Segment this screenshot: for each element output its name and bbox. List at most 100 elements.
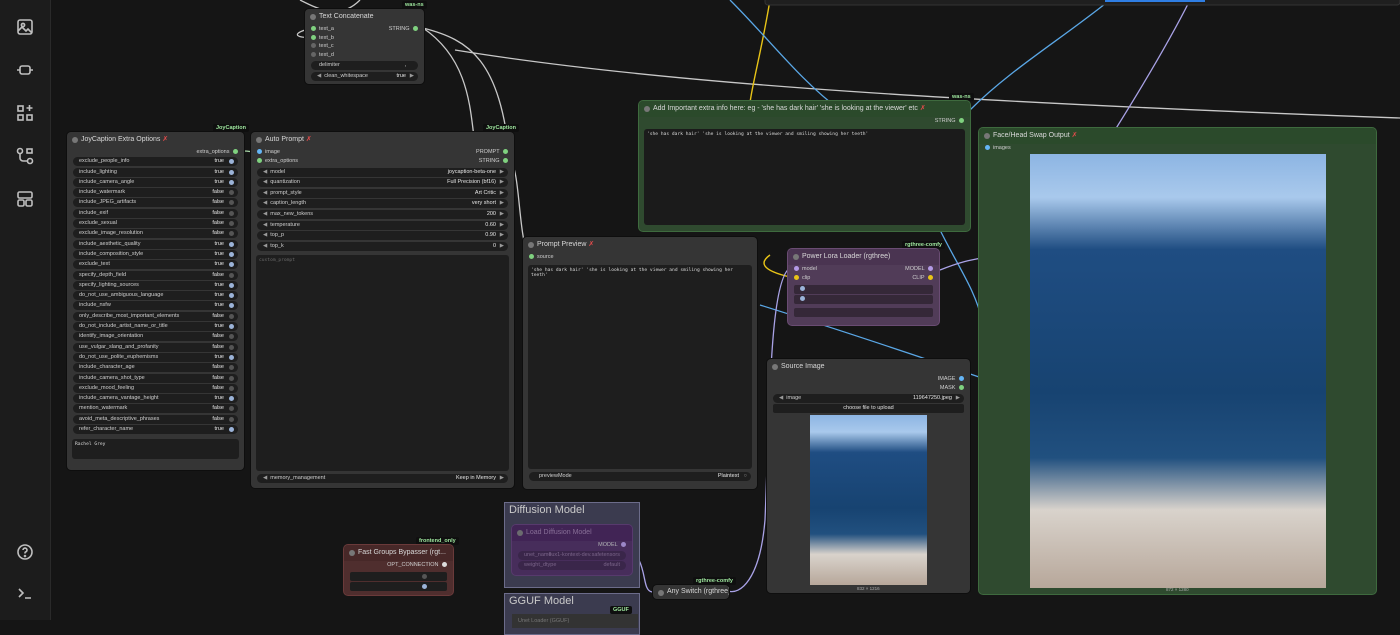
output-string[interactable]: STRING xyxy=(389,25,418,34)
arrow-left-icon[interactable]: ◀ xyxy=(263,200,267,206)
option-toggle[interactable]: exclude_text true xyxy=(73,260,238,270)
output-clip[interactable]: CLIP xyxy=(912,274,933,283)
clean-whitespace-combo[interactable]: ◀ clean_whitespace true ▶ xyxy=(311,71,418,81)
arrow-left-icon[interactable]: ◀ xyxy=(263,232,267,238)
option-toggle[interactable]: do_not_use_polite_euphemisms true xyxy=(73,352,238,362)
unet-name-combo[interactable]: unet_name flux1-kontext-dev.safetensors xyxy=(518,550,626,560)
arrow-right-icon[interactable]: ▶ xyxy=(410,72,414,81)
option-toggle[interactable]: include_nsfw true xyxy=(73,301,238,311)
arrow-left-icon[interactable]: ◀ xyxy=(263,222,267,228)
node-title[interactable]: Fast Groups Bypasser (rgt... xyxy=(344,545,453,561)
option-toggle[interactable]: include_composition_style true xyxy=(73,249,238,259)
group-toggle-1[interactable] xyxy=(350,571,447,581)
images-icon[interactable] xyxy=(12,14,38,40)
node-title[interactable]: Add Important extra info here: eg - 'she… xyxy=(639,101,970,117)
toggle-knob-icon[interactable] xyxy=(229,293,234,299)
node-title[interactable]: Face/Head Swap Output ✗ xyxy=(979,128,1376,144)
input-text-c[interactable]: text_c xyxy=(311,42,334,51)
nodes-icon[interactable] xyxy=(12,57,38,83)
option-toggle[interactable]: mention_watermark false xyxy=(73,404,238,414)
extra-info-node[interactable]: Add Important extra info here: eg - 'she… xyxy=(639,101,970,231)
arrow-right-icon[interactable]: ▶ xyxy=(956,394,960,403)
option-toggle[interactable]: exclude_mood_feeling false xyxy=(73,383,238,393)
toggle-knob-icon[interactable] xyxy=(229,334,234,340)
combo-widget[interactable]: ◀ quantization Full Precision (bf16) ▶ xyxy=(257,178,508,188)
input-images[interactable]: images xyxy=(985,144,1011,153)
toggle-knob-icon[interactable] xyxy=(229,385,234,391)
output-extra-options[interactable]: extra_options xyxy=(196,148,238,156)
group-toggle-2[interactable] xyxy=(350,582,447,592)
image-file-combo[interactable]: ◀ image 119647250.jpeg ▶ xyxy=(773,393,964,403)
combo-widget[interactable]: ◀ top_p 0.90 ▶ xyxy=(257,231,508,241)
node-title[interactable]: Power Lora Loader (rgthree) xyxy=(788,249,939,265)
node-title[interactable]: Load Diffusion Model xyxy=(512,525,632,541)
delimiter-field[interactable]: delimiter, xyxy=(311,61,418,70)
face-swap-output-node[interactable]: Face/Head Swap Output ✗ images 872 × 128… xyxy=(979,128,1376,594)
output-mask[interactable]: MASK xyxy=(940,384,964,393)
toggle-knob-icon[interactable] xyxy=(229,303,234,309)
lora-toggle-row[interactable] xyxy=(794,284,933,294)
option-toggle[interactable]: do_not_include_artist_name_or_title true xyxy=(73,322,238,332)
extra-info-text[interactable]: 'she has dark hair' 'she is looking at t… xyxy=(644,129,965,225)
arrow-left-icon[interactable]: ◀ xyxy=(263,169,267,175)
load-diffusion-model-node[interactable]: Load Diffusion Model MODEL unet_name flu… xyxy=(512,525,632,575)
character-name-field[interactable]: Rachel Grey xyxy=(72,439,239,460)
arrow-left-icon[interactable]: ◀ xyxy=(263,243,267,249)
group-title[interactable]: Diffusion Model xyxy=(507,504,585,516)
option-toggle[interactable]: identify_image_orientation false xyxy=(73,332,238,342)
toggle-knob-icon[interactable] xyxy=(229,169,234,175)
arrow-left-icon[interactable]: ◀ xyxy=(779,395,783,401)
fast-groups-bypasser-node[interactable]: Fast Groups Bypasser (rgt... OPT_CONNECT… xyxy=(344,545,453,595)
option-toggle[interactable]: include_exif false xyxy=(73,208,238,218)
arrow-right-icon[interactable]: ▶ xyxy=(500,168,504,177)
input-image[interactable]: image xyxy=(257,148,280,157)
node-title[interactable]: Auto Prompt ✗ xyxy=(251,132,514,148)
option-toggle[interactable]: specify_depth_field false xyxy=(73,270,238,280)
unet-loader-gguf-node[interactable]: Unet Loader (GGUF) xyxy=(512,614,638,628)
memory-management-combo[interactable]: ◀ memory_management Keep in Memory ▶ xyxy=(257,473,508,483)
node-title[interactable]: Source Image xyxy=(767,359,970,375)
lora-add-button[interactable] xyxy=(794,308,933,318)
output-model[interactable]: MODEL xyxy=(905,265,933,274)
combo-widget[interactable]: ◀ top_k 0 ▶ xyxy=(257,241,508,251)
prompt-preview-node[interactable]: Prompt Preview ✗ source 'she has dark ha… xyxy=(523,237,757,489)
arrow-right-icon[interactable]: ▶ xyxy=(500,199,504,208)
source-image-node[interactable]: Source Image IMAGE MASK ◀ image 119647250.… xyxy=(767,359,970,593)
preview-mode-combo[interactable]: previewMode Plaintext ○ xyxy=(529,472,751,481)
option-toggle[interactable]: exclude_sexual false xyxy=(73,219,238,229)
arrow-right-icon[interactable]: ▶ xyxy=(500,242,504,251)
toggle-knob-icon[interactable] xyxy=(229,210,234,216)
combo-widget[interactable]: ◀ prompt_style Art Critic ▶ xyxy=(257,188,508,198)
toggle-knob-icon[interactable] xyxy=(229,313,234,319)
arrow-right-icon[interactable]: ▶ xyxy=(500,474,504,483)
text-concatenate-node[interactable]: Text Concatenate text_a STRING text_b tex… xyxy=(305,9,424,84)
option-toggle[interactable]: include_lighting true xyxy=(73,167,238,177)
input-model[interactable]: model xyxy=(794,265,817,274)
toggle-knob-icon[interactable] xyxy=(229,200,234,206)
option-toggle[interactable]: include_character_age false xyxy=(73,363,238,373)
arrow-left-icon[interactable]: ◀ xyxy=(317,73,321,79)
arrow-right-icon[interactable]: ▶ xyxy=(500,221,504,230)
arrow-left-icon[interactable]: ◀ xyxy=(263,475,267,481)
output-string[interactable]: STRING xyxy=(479,157,508,166)
toggle-knob-icon[interactable] xyxy=(229,375,234,381)
combo-widget[interactable]: ◀ model joycaption-beta-one ▶ xyxy=(257,167,508,177)
toggle-knob-icon[interactable] xyxy=(229,190,234,196)
toggle-knob-icon[interactable] xyxy=(229,344,234,350)
lora-add-row[interactable] xyxy=(794,295,933,305)
arrow-right-icon[interactable]: ▶ xyxy=(500,189,504,198)
node-title[interactable]: Prompt Preview ✗ xyxy=(523,237,757,253)
option-toggle[interactable]: only_describe_most_important_elements fal… xyxy=(73,311,238,321)
option-toggle[interactable]: refer_character_name true xyxy=(73,425,238,435)
preview-text[interactable]: 'she has dark hair' 'she is looking at t… xyxy=(528,265,752,469)
help-icon[interactable] xyxy=(12,539,38,565)
arrow-left-icon[interactable]: ◀ xyxy=(263,179,267,185)
option-toggle[interactable]: avoid_meta_descriptive_phrases false xyxy=(73,414,238,424)
toggle-knob-icon[interactable] xyxy=(229,396,234,402)
group-title[interactable]: GGUF Model xyxy=(507,595,574,607)
input-source[interactable]: source xyxy=(529,253,554,262)
toggle-knob-icon[interactable] xyxy=(229,427,234,433)
power-lora-loader-node[interactable]: Power Lora Loader (rgthree) model MODEL c… xyxy=(788,249,939,325)
output-opt-connection[interactable]: OPT_CONNECTION xyxy=(387,561,447,570)
input-text-a[interactable]: text_a xyxy=(311,25,334,34)
